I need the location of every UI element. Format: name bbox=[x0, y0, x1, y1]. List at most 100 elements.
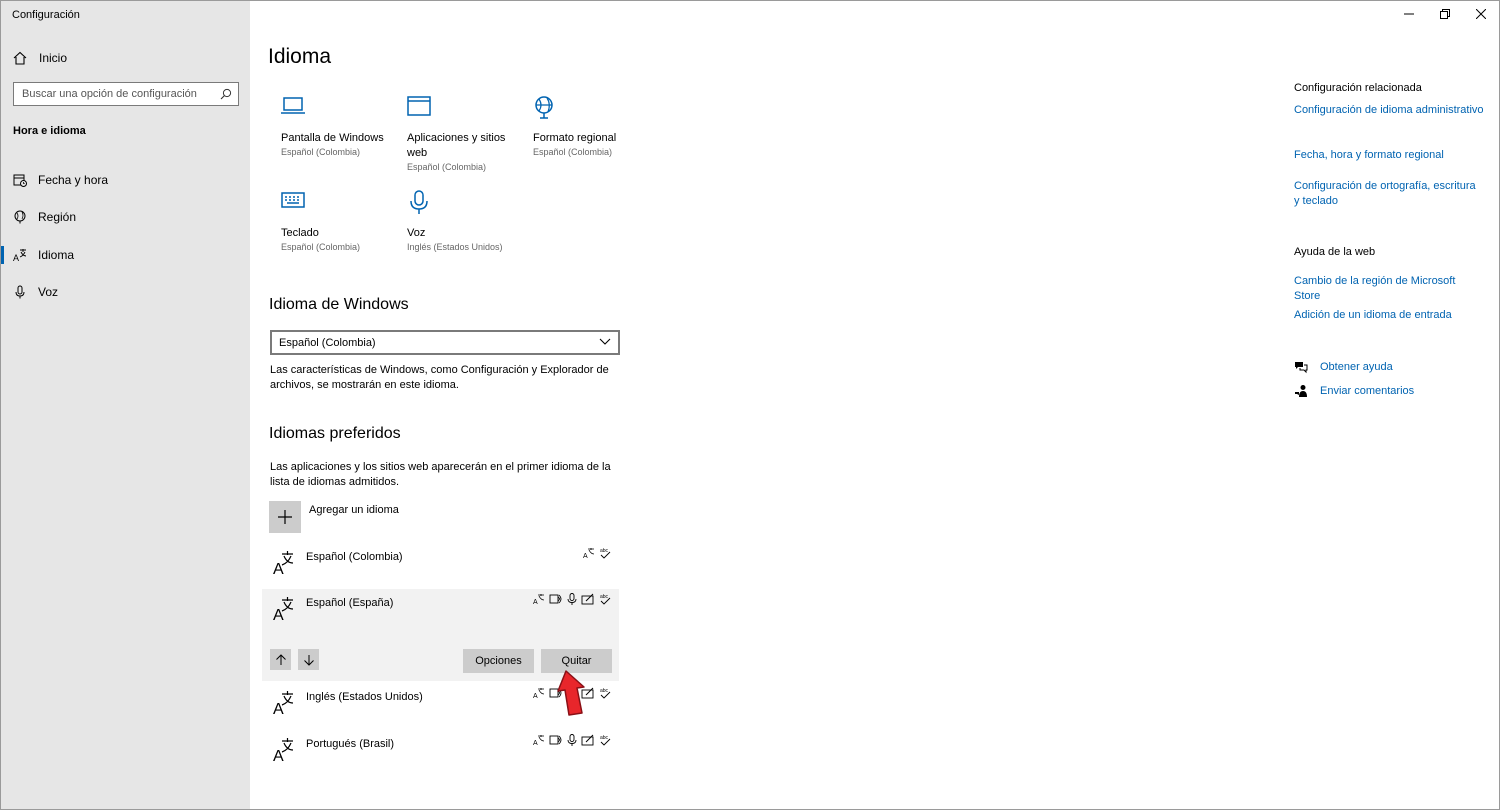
search-input[interactable] bbox=[22, 88, 212, 100]
language-name: Español (España) bbox=[306, 597, 394, 609]
windows-language-dropdown[interactable]: Español (Colombia) bbox=[270, 330, 620, 355]
globe-icon bbox=[535, 96, 553, 119]
section-heading: Hora e idioma bbox=[13, 125, 86, 137]
svg-text:A: A bbox=[273, 607, 284, 622]
minimize-button[interactable] bbox=[1391, 1, 1427, 27]
tile-teclado[interactable]: Teclado Español (Colombia) bbox=[281, 190, 399, 252]
tile-name: Pantalla de Windows bbox=[281, 132, 384, 144]
speech-recognition-icon bbox=[567, 593, 577, 605]
search-box[interactable] bbox=[13, 82, 239, 106]
sidebar-item-idioma[interactable]: A Idioma bbox=[1, 236, 250, 274]
sidebar-item-label: Fecha y hora bbox=[38, 172, 109, 187]
svg-text:A: A bbox=[13, 253, 19, 262]
language-icon: A bbox=[273, 597, 294, 622]
close-button[interactable] bbox=[1463, 1, 1499, 27]
add-box[interactable] bbox=[269, 501, 301, 533]
svg-text:abc: abc bbox=[600, 688, 609, 694]
help-chat-icon bbox=[1295, 362, 1308, 374]
svg-text:A: A bbox=[533, 740, 538, 746]
link-add-input-language[interactable]: Adición de un idioma de entrada bbox=[1294, 308, 1484, 323]
options-button[interactable]: Opciones bbox=[463, 649, 534, 673]
tile-name: Aplicaciones y sitios web bbox=[407, 132, 506, 159]
windows-language-heading: Idioma de Windows bbox=[269, 296, 409, 313]
spellcheck-icon: abc bbox=[599, 547, 611, 559]
display-language-icon: A bbox=[533, 593, 545, 605]
language-row-es-es[interactable]: A Español (España) A abc Opciones Quitar bbox=[262, 589, 619, 681]
nav-list: Fecha y hora Región A Idioma Voz bbox=[1, 161, 250, 311]
sidebar-item-label: Idioma bbox=[38, 247, 75, 262]
spellcheck-icon: abc bbox=[599, 734, 611, 746]
sidebar-item-label: Voz bbox=[38, 285, 59, 300]
display-language-icon: A bbox=[533, 734, 545, 746]
preferred-languages-heading: Idiomas preferidos bbox=[269, 425, 401, 442]
move-down-button[interactable] bbox=[298, 649, 319, 670]
language-features: A abc bbox=[533, 593, 611, 605]
handwriting-icon bbox=[581, 734, 595, 746]
sidebar-item-region[interactable]: Región bbox=[1, 199, 250, 237]
language-row-pt-br[interactable]: A Portugués (Brasil) A abc bbox=[262, 730, 619, 776]
home-link[interactable]: Inicio bbox=[13, 51, 67, 65]
svg-text:A: A bbox=[273, 748, 284, 763]
microphone-icon bbox=[13, 285, 27, 299]
language-row-es-co[interactable]: A Español (Colombia) A abc bbox=[262, 543, 619, 589]
arrow-down-icon bbox=[303, 654, 314, 666]
arrow-up-icon bbox=[275, 653, 286, 665]
svg-text:A: A bbox=[533, 599, 538, 605]
restore-button[interactable] bbox=[1427, 1, 1463, 27]
plus-icon bbox=[278, 510, 292, 524]
link-date-time-region[interactable]: Fecha, hora y formato regional bbox=[1294, 148, 1484, 163]
language-name: Español (Colombia) bbox=[306, 551, 403, 563]
tile-pantalla-windows[interactable]: Pantalla de Windows Español (Colombia) bbox=[281, 95, 399, 157]
minimize-icon bbox=[1404, 13, 1414, 15]
language-icon: A bbox=[13, 248, 27, 262]
svg-text:abc: abc bbox=[600, 594, 609, 600]
language-icon: A bbox=[273, 738, 294, 763]
link-spelling-typing-keyboard[interactable]: Configuración de ortografía, escritura y… bbox=[1294, 179, 1484, 208]
svg-text:A: A bbox=[273, 701, 284, 716]
close-icon bbox=[1476, 9, 1486, 19]
tile-aplicaciones-sitios[interactable]: Aplicaciones y sitios web Español (Colom… bbox=[407, 95, 525, 172]
tile-voz[interactable]: Voz Inglés (Estados Unidos) bbox=[407, 190, 525, 252]
link-store-region[interactable]: Cambio de la región de Microsoft Store bbox=[1294, 274, 1484, 303]
settings-window: Configuración Inicio Hora e idioma Fecha… bbox=[0, 0, 1500, 810]
move-up-button[interactable] bbox=[270, 649, 291, 670]
app-title: Configuración bbox=[12, 9, 80, 21]
text-to-speech-icon bbox=[549, 734, 563, 746]
tile-name: Teclado bbox=[281, 227, 319, 239]
page-title: Idioma bbox=[268, 45, 332, 68]
sidebar-item-voz[interactable]: Voz bbox=[1, 274, 250, 312]
tile-subtitle: Español (Colombia) bbox=[281, 242, 361, 252]
windows-language-description: Las características de Windows, como Con… bbox=[270, 364, 609, 391]
link-admin-language[interactable]: Configuración de idioma administrativo bbox=[1294, 103, 1484, 118]
svg-text:abc: abc bbox=[600, 548, 609, 554]
svg-text:A: A bbox=[273, 561, 284, 576]
chevron-down-icon bbox=[599, 338, 611, 345]
tile-formato-regional[interactable]: Formato regional Español (Colombia) bbox=[533, 95, 651, 157]
handwriting-icon bbox=[581, 593, 595, 605]
tile-subtitle: Inglés (Estados Unidos) bbox=[407, 242, 503, 252]
sidebar-item-fecha-hora[interactable]: Fecha y hora bbox=[1, 161, 250, 199]
send-feedback-link[interactable]: Enviar comentarios bbox=[1294, 384, 1414, 398]
home-label: Inicio bbox=[39, 51, 68, 65]
preferred-languages-description: Las aplicaciones y los sitios web aparec… bbox=[270, 461, 611, 488]
send-feedback-label: Enviar comentarios bbox=[1320, 385, 1415, 397]
tile-name: Voz bbox=[407, 227, 426, 239]
tile-subtitle: Español (Colombia) bbox=[407, 162, 487, 172]
get-help-label: Obtener ayuda bbox=[1320, 361, 1393, 373]
globe-icon bbox=[13, 210, 27, 224]
pointer-arrow-icon bbox=[557, 670, 585, 716]
keyboard-icon bbox=[281, 192, 305, 208]
language-icon: A bbox=[273, 691, 294, 716]
window-controls bbox=[1391, 1, 1499, 27]
tile-name: Formato regional bbox=[533, 132, 617, 144]
main-content: Idioma Pantalla de Windows Español (Colo… bbox=[251, 1, 1251, 809]
calendar-clock-icon bbox=[13, 173, 27, 187]
search-icon[interactable] bbox=[220, 88, 232, 100]
related-settings-heading: Configuración relacionada bbox=[1294, 82, 1422, 94]
dropdown-value: Español (Colombia) bbox=[279, 336, 376, 349]
get-help-link[interactable]: Obtener ayuda bbox=[1294, 360, 1393, 374]
svg-text:A: A bbox=[583, 553, 588, 559]
language-name: Portugués (Brasil) bbox=[306, 738, 395, 750]
add-language-button[interactable]: Agregar un idioma bbox=[269, 501, 399, 533]
sidebar-item-label: Región bbox=[38, 210, 77, 225]
